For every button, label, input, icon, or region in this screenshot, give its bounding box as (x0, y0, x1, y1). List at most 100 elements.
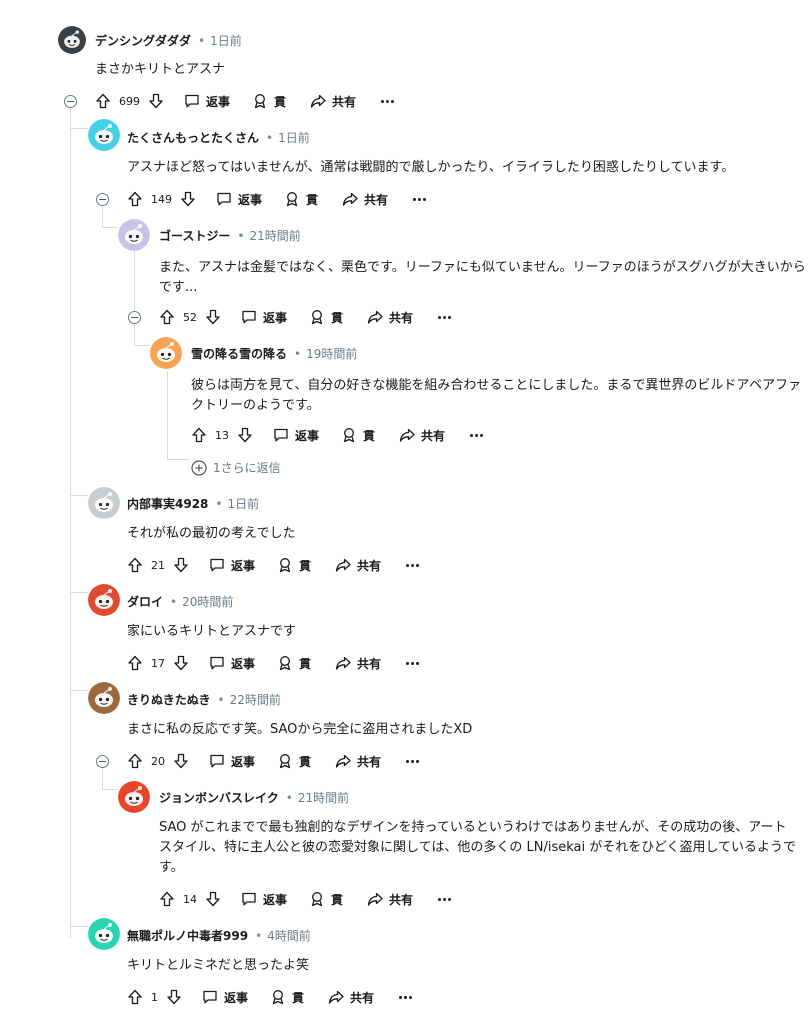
more-options-icon[interactable] (380, 99, 395, 103)
thread-line[interactable] (134, 324, 135, 346)
award-button[interactable]: 貫 (277, 655, 311, 672)
reply-button[interactable]: 返事 (241, 891, 287, 908)
downvote-icon[interactable] (173, 557, 189, 573)
upvote-icon[interactable] (159, 309, 175, 325)
award-button[interactable]: 貫 (341, 427, 375, 444)
thread-line[interactable] (70, 495, 88, 496)
upvote-icon[interactable] (159, 891, 175, 907)
avatar[interactable] (88, 584, 120, 616)
avatar[interactable] (58, 26, 86, 54)
timestamp[interactable]: 20時間前 (182, 593, 233, 610)
award-button[interactable]: 貫 (270, 989, 304, 1006)
avatar[interactable] (88, 918, 120, 950)
avatar[interactable] (150, 337, 182, 369)
avatar[interactable] (88, 682, 120, 714)
share-button[interactable]: 共有 (367, 309, 413, 326)
collapse-thread-button[interactable] (128, 311, 141, 324)
avatar[interactable] (118, 219, 150, 251)
share-button[interactable]: 共有 (399, 427, 445, 444)
more-options-icon[interactable] (437, 315, 452, 319)
award-button[interactable]: 貫 (309, 891, 343, 908)
avatar[interactable] (88, 119, 120, 151)
more-options-icon[interactable] (437, 897, 452, 901)
username[interactable]: 内部事実4928 (127, 495, 208, 512)
username[interactable]: 無職ポルノ中毒者999 (127, 927, 248, 944)
share-button[interactable]: 共有 (335, 655, 381, 672)
thread-line[interactable] (134, 345, 150, 346)
username[interactable]: きりぬきたぬき (127, 691, 211, 708)
share-button[interactable]: 共有 (335, 557, 381, 574)
upvote-icon[interactable] (191, 427, 207, 443)
username[interactable]: デンシングダダダ (95, 32, 191, 49)
more-options-icon[interactable] (469, 433, 484, 437)
upvote-icon[interactable] (127, 753, 143, 769)
timestamp[interactable]: 21時間前 (298, 789, 349, 806)
award-button[interactable]: 貫 (277, 753, 311, 770)
timestamp[interactable]: 19時間前 (306, 345, 357, 362)
thread-line[interactable] (70, 926, 88, 927)
downvote-icon[interactable] (237, 427, 253, 443)
downvote-icon[interactable] (205, 891, 221, 907)
upvote-icon[interactable] (127, 191, 143, 207)
downvote-icon[interactable] (173, 753, 189, 769)
thread-line[interactable] (102, 227, 118, 228)
timestamp[interactable]: 1日前 (227, 495, 259, 512)
reply-button[interactable]: 返事 (241, 309, 287, 326)
thread-line[interactable] (102, 768, 103, 790)
share-button[interactable]: 共有 (367, 891, 413, 908)
thread-line[interactable] (70, 108, 71, 938)
upvote-icon[interactable] (127, 989, 143, 1005)
timestamp[interactable]: 1日前 (278, 129, 310, 146)
reply-button[interactable]: 返事 (209, 557, 255, 574)
timestamp[interactable]: 1日前 (210, 32, 242, 49)
more-replies-link[interactable]: 1さらに返信 (191, 459, 281, 476)
username[interactable]: ジョンボンバスレイク (159, 789, 279, 806)
username[interactable]: ダロイ (127, 593, 163, 610)
timestamp[interactable]: 22時間前 (230, 691, 281, 708)
username[interactable]: 雪の降る雪の降る (191, 345, 287, 362)
share-button[interactable]: 共有 (342, 191, 388, 208)
award-button[interactable]: 貫 (277, 557, 311, 574)
downvote-icon[interactable] (173, 655, 189, 671)
timestamp[interactable]: 21時間前 (249, 227, 300, 244)
share-button[interactable]: 共有 (335, 753, 381, 770)
thread-line[interactable] (167, 372, 168, 460)
reply-button[interactable]: 返事 (273, 427, 319, 444)
more-options-icon[interactable] (398, 995, 413, 999)
thread-line[interactable] (70, 592, 88, 593)
reply-button[interactable]: 返事 (184, 93, 230, 110)
upvote-icon[interactable] (95, 93, 111, 109)
more-options-icon[interactable] (405, 759, 420, 763)
upvote-icon[interactable] (127, 655, 143, 671)
share-button[interactable]: 共有 (310, 93, 356, 110)
thread-line[interactable] (70, 128, 88, 129)
reply-button[interactable]: 返事 (202, 989, 248, 1006)
more-options-icon[interactable] (405, 563, 420, 567)
downvote-icon[interactable] (148, 93, 164, 109)
award-button[interactable]: 貫 (309, 309, 343, 326)
avatar[interactable] (118, 781, 150, 813)
reply-button[interactable]: 返事 (209, 753, 255, 770)
thread-line[interactable] (102, 206, 103, 228)
award-button[interactable]: 貫 (252, 93, 286, 110)
reply-button[interactable]: 返事 (216, 191, 262, 208)
award-button[interactable]: 貫 (284, 191, 318, 208)
more-options-icon[interactable] (412, 197, 427, 201)
username[interactable]: ゴーストジー (159, 227, 230, 244)
username[interactable]: たくさんもっとたくさん (127, 129, 259, 146)
collapse-thread-button[interactable] (64, 95, 77, 108)
collapse-thread-button[interactable] (96, 755, 109, 768)
reply-button[interactable]: 返事 (209, 655, 255, 672)
downvote-icon[interactable] (205, 309, 221, 325)
upvote-icon[interactable] (127, 557, 143, 573)
share-button[interactable]: 共有 (328, 989, 374, 1006)
collapse-thread-button[interactable] (96, 193, 109, 206)
timestamp[interactable]: 4時間前 (267, 927, 311, 944)
avatar[interactable] (88, 487, 120, 519)
thread-line[interactable] (102, 789, 118, 790)
thread-line[interactable] (70, 690, 88, 691)
more-options-icon[interactable] (405, 661, 420, 665)
thread-line[interactable] (167, 459, 189, 460)
thread-line[interactable] (134, 244, 135, 316)
downvote-icon[interactable] (166, 989, 182, 1005)
